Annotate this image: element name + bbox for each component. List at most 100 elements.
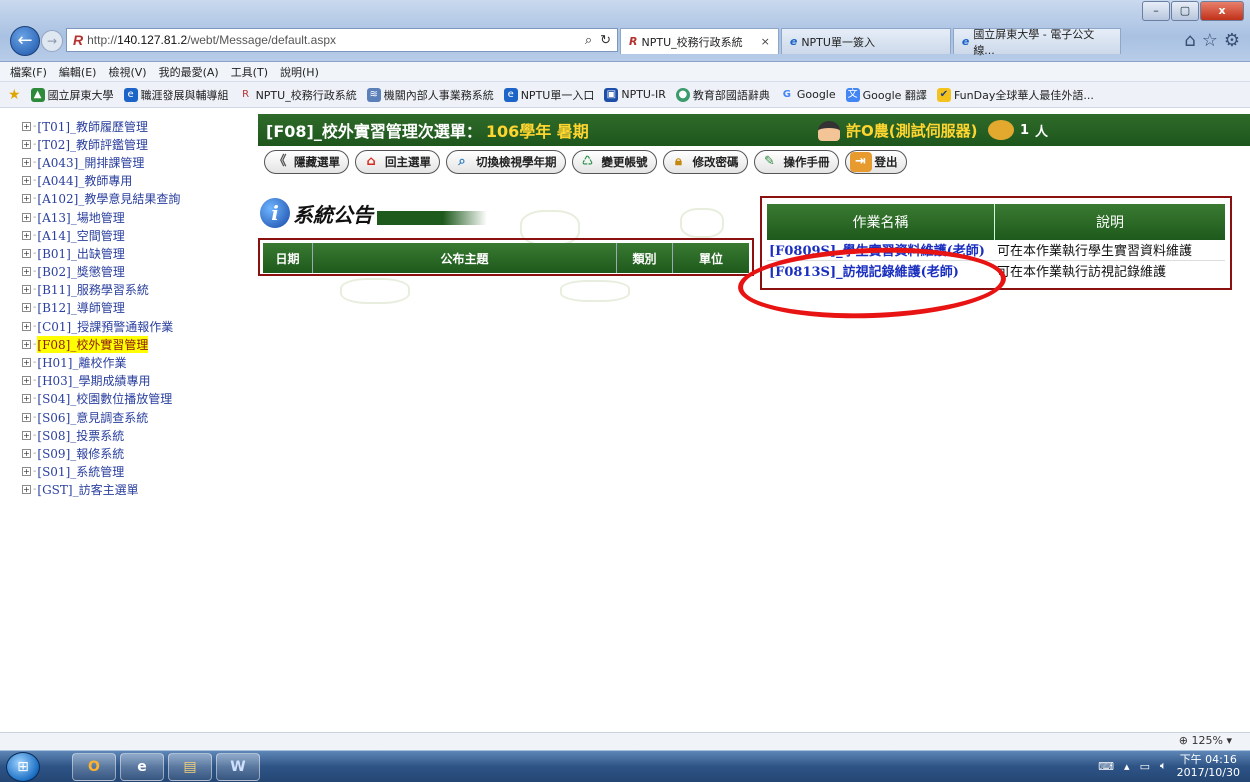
sidebar-item-label[interactable]: [A102]_教學意見結果查詢	[37, 190, 180, 207]
sidebar-item[interactable]: + - [A044]_教師專用	[22, 172, 242, 190]
menu-file[interactable]: 檔案(F)	[10, 64, 47, 80]
expand-plus-icon[interactable]: +	[22, 230, 31, 240]
col-topic[interactable]: 公布主題	[313, 243, 617, 273]
fav-link[interactable]: G Google	[780, 88, 836, 102]
sidebar-item-label[interactable]: [H03]_學期成績專用	[37, 372, 150, 389]
sidebar-item[interactable]: + - [F08]_校外實習管理	[22, 335, 242, 353]
expand-plus-icon[interactable]: +	[22, 303, 31, 313]
back-button[interactable]: ←	[10, 26, 40, 56]
sidebar-item[interactable]: + - [H01]_離校作業	[22, 353, 242, 371]
sidebar-item[interactable]: + - [B12]_導師管理	[22, 299, 242, 317]
manual-button[interactable]: ✎ 操作手冊	[753, 150, 839, 174]
expand-plus-icon[interactable]: +	[22, 412, 31, 422]
expand-plus-icon[interactable]: +	[22, 339, 31, 349]
main-menu-button[interactable]: ⌂ 回主選單	[355, 150, 440, 174]
sidebar-item[interactable]: + - [A102]_教學意見結果查詢	[22, 190, 242, 208]
col-unit[interactable]: 單位	[673, 243, 749, 273]
sidebar-item-label[interactable]: [C01]_授課預警通報作業	[37, 318, 173, 335]
outlook-app-icon[interactable]: O	[72, 753, 116, 781]
sidebar-item[interactable]: + - [S09]_報修系統	[22, 444, 242, 462]
col-date[interactable]: 日期	[263, 243, 313, 273]
change-account-button[interactable]: ♺ 變更帳號	[571, 150, 657, 174]
sidebar-item[interactable]: + - [H03]_學期成績專用	[22, 372, 242, 390]
sidebar-item-label[interactable]: [S01]_系統管理	[37, 463, 124, 480]
expand-plus-icon[interactable]: +	[22, 139, 31, 149]
sidebar-item-label[interactable]: [B02]_獎懲管理	[37, 263, 124, 280]
operation-link[interactable]: [F0809S]_學生實習資料維護(老師)	[767, 240, 995, 260]
favorites-star-icon[interactable]: ☆	[1202, 30, 1218, 51]
sidebar-item-label[interactable]: [F08]_校外實習管理	[37, 335, 149, 353]
hide-menu-button[interactable]: 《隱藏選單	[264, 150, 349, 174]
menu-favorites[interactable]: 我的最愛(A)	[159, 64, 219, 80]
expand-plus-icon[interactable]: +	[22, 285, 31, 295]
forward-button[interactable]: →	[41, 30, 63, 52]
close-tab-icon[interactable]: ×	[761, 35, 770, 48]
expand-plus-icon[interactable]: +	[22, 267, 31, 277]
tab-nptu-sso[interactable]: e NPTU單一簽入	[780, 28, 951, 54]
sidebar-item[interactable]: + - [A14]_空間管理	[22, 226, 242, 244]
settings-gear-icon[interactable]: ⚙	[1224, 30, 1240, 51]
keyboard-icon[interactable]: ⌨	[1098, 760, 1114, 773]
menu-help[interactable]: 說明(H)	[280, 64, 319, 80]
sidebar-item[interactable]: + - [T01]_教師履歷管理	[22, 117, 242, 135]
fav-link[interactable]: ▲ 國立屏東大學	[30, 87, 114, 103]
fav-link[interactable]: ✔ FunDay全球華人最佳外語...	[936, 87, 1094, 103]
sidebar-item-label[interactable]: [S06]_意見調查系統	[37, 409, 148, 426]
minimize-button[interactable]: –	[1142, 1, 1170, 21]
explorer-app-icon[interactable]: ▤	[168, 753, 212, 781]
sidebar-item-label[interactable]: [S08]_投票系統	[37, 427, 124, 444]
sidebar-item-label[interactable]: [S04]_校園數位播放管理	[37, 390, 172, 407]
expand-plus-icon[interactable]: +	[22, 194, 31, 204]
favorites-star-icon[interactable]: ★	[8, 87, 21, 103]
sidebar-item-label[interactable]: [A043]_開排課管理	[37, 154, 144, 171]
expand-plus-icon[interactable]: +	[22, 212, 31, 222]
switch-semester-button[interactable]: ⌕ 切換檢視學年期	[446, 150, 566, 174]
expand-plus-icon[interactable]: +	[22, 394, 31, 404]
sidebar-item[interactable]: + - [S08]_投票系統	[22, 426, 242, 444]
change-password-button[interactable]: 🔒︎ 修改密碼	[662, 150, 748, 174]
maximize-button[interactable]: ▢	[1171, 1, 1199, 21]
home-icon[interactable]: ⌂	[1184, 30, 1195, 51]
expand-plus-icon[interactable]: +	[22, 430, 31, 440]
sidebar-item[interactable]: + - [A043]_開排課管理	[22, 153, 242, 171]
fav-link[interactable]: 文 Google 翻譯	[845, 87, 927, 103]
sidebar-item[interactable]: + - [S06]_意見調查系統	[22, 408, 242, 426]
tab-nptu-admin[interactable]: R NPTU_校務行政系統 ×	[620, 28, 779, 54]
expand-plus-icon[interactable]: +	[22, 121, 31, 131]
menu-tools[interactable]: 工具(T)	[231, 64, 268, 80]
fav-link[interactable]: e NPTU單一入口	[503, 87, 594, 103]
word-app-icon[interactable]: W	[216, 753, 260, 781]
sidebar-item-label[interactable]: [H01]_離校作業	[37, 354, 126, 371]
sidebar-item[interactable]: + - [S01]_系統管理	[22, 463, 242, 481]
expand-plus-icon[interactable]: +	[22, 485, 31, 495]
fav-link[interactable]: R NPTU_校務行政系統	[239, 87, 357, 103]
expand-plus-icon[interactable]: +	[22, 467, 31, 477]
sidebar-item-label[interactable]: [A044]_教師專用	[37, 172, 132, 189]
expand-plus-icon[interactable]: +	[22, 321, 31, 331]
sidebar-item-label[interactable]: [S09]_報修系統	[37, 445, 124, 462]
logout-button[interactable]: ⇥ 登出	[844, 150, 907, 174]
zoom-level[interactable]: ⊕ 125% ▾	[1179, 734, 1232, 747]
sidebar-item[interactable]: + - [B01]_出缺管理	[22, 244, 242, 262]
sidebar-item[interactable]: + - [S04]_校園數位播放管理	[22, 390, 242, 408]
fav-link[interactable]: ● 教育部國語辭典	[675, 87, 770, 103]
address-bar[interactable]: R http:// 140.127.81.2 /webt/Message/def…	[66, 28, 618, 52]
fav-link[interactable]: e 職涯發展與輔導組	[123, 87, 229, 103]
sidebar-item-label[interactable]: [T02]_教師評鑑管理	[37, 136, 148, 153]
sidebar-item[interactable]: + - [T02]_教師評鑑管理	[22, 135, 242, 153]
expand-plus-icon[interactable]: +	[22, 358, 31, 368]
expand-plus-icon[interactable]: +	[22, 157, 31, 167]
volume-icon[interactable]: 🔈︎	[1160, 759, 1167, 773]
tab-edoc[interactable]: e 國立屏東大學 - 電子公文線...	[952, 28, 1121, 57]
expand-plus-icon[interactable]: +	[22, 176, 31, 186]
operation-link[interactable]: [F0813S]_訪視記錄維護(老師)	[767, 261, 995, 280]
fav-link[interactable]: ▣ NPTU-IR	[604, 87, 666, 102]
fav-link[interactable]: ≋ 機關內部人事業務系統	[366, 87, 494, 103]
menu-edit[interactable]: 編輯(E)	[59, 64, 97, 80]
clock[interactable]: 下午 04:16 2017/10/30	[1177, 753, 1240, 779]
expand-plus-icon[interactable]: +	[22, 248, 31, 258]
sidebar-item[interactable]: + - [B11]_服務學習系統	[22, 281, 242, 299]
sidebar-item-label[interactable]: [A14]_空間管理	[37, 227, 124, 244]
tray-expand-icon[interactable]: ▴	[1124, 760, 1130, 773]
menu-view[interactable]: 檢視(V)	[108, 64, 146, 80]
